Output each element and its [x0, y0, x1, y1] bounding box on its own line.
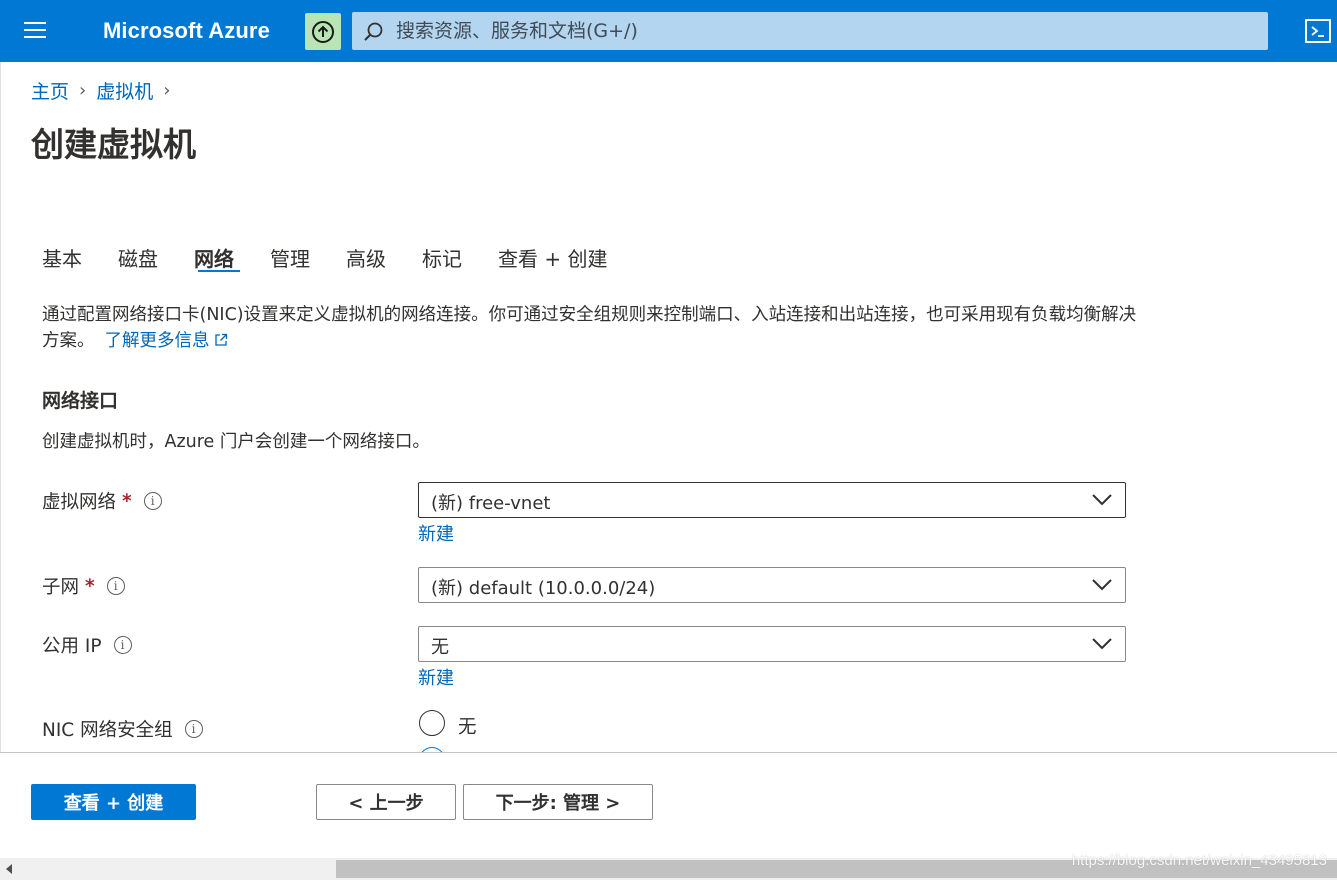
search-icon: [364, 22, 383, 41]
breadcrumb-home[interactable]: 主页: [31, 77, 69, 104]
nsg-radio-none[interactable]: [419, 710, 445, 736]
scrollbar-track[interactable]: [16, 860, 334, 878]
tab-tags[interactable]: 标记: [422, 243, 462, 273]
chevron-down-icon: [1092, 579, 1112, 591]
tab-basics[interactable]: 基本: [42, 243, 82, 273]
external-link-icon: [214, 333, 227, 346]
section-title: 网络接口: [42, 390, 119, 412]
next-button[interactable]: 下一步: 管理 >: [463, 784, 653, 820]
public-ip-select[interactable]: 无: [418, 626, 1126, 662]
chevron-right-icon: ›: [163, 80, 171, 101]
vnet-label: 虚拟网络 * i: [42, 488, 162, 514]
info-icon[interactable]: i: [143, 492, 162, 510]
vnet-select[interactable]: (新) free-vnet: [418, 482, 1126, 518]
scroll-left-arrow-icon[interactable]: [6, 864, 12, 874]
cloud-shell-icon[interactable]: [1305, 19, 1331, 43]
subnet-value: (新) default (10.0.0.0/24): [431, 578, 656, 599]
review-create-button[interactable]: 查看 + 创建: [31, 784, 196, 820]
required-marker: *: [122, 490, 132, 512]
brand-title[interactable]: Microsoft Azure: [103, 18, 270, 44]
tab-review-create[interactable]: 查看 + 创建: [498, 243, 607, 273]
chevron-down-icon: [1092, 638, 1112, 650]
section-subtitle: 创建虚拟机时，Azure 门户会创建一个网络接口。: [42, 432, 430, 452]
page-title: 创建虚拟机: [31, 125, 196, 164]
info-icon[interactable]: i: [113, 636, 132, 654]
public-ip-value: 无: [431, 637, 449, 658]
description: 通过配置网络接口卡(NIC)设置来定义虚拟机的网络连接。你可通过安全组规则来控制…: [42, 302, 1142, 354]
page-edge: [0, 62, 1, 752]
active-tab-indicator: [198, 270, 240, 272]
public-ip-label-text: 公用 IP: [42, 636, 102, 657]
breadcrumb-vms[interactable]: 虚拟机: [96, 77, 153, 104]
public-ip-label: 公用 IP i: [42, 632, 132, 658]
info-icon[interactable]: i: [106, 577, 125, 595]
required-marker: *: [85, 575, 95, 597]
subnet-select[interactable]: (新) default (10.0.0.0/24): [418, 567, 1126, 603]
info-icon[interactable]: i: [184, 720, 203, 738]
menu-icon[interactable]: [24, 22, 48, 40]
vnet-create-new-link[interactable]: 新建: [418, 520, 454, 546]
tab-bar: 基本 磁盘 网络 管理 高级 标记 查看 + 创建: [42, 243, 643, 273]
subnet-label-text: 子网: [42, 577, 80, 598]
learn-more-link[interactable]: 了解更多信息: [105, 331, 228, 351]
breadcrumb: 主页 › 虚拟机 ›: [31, 77, 180, 104]
watermark: https://blog.csdn.net/weixin_43495813: [1071, 852, 1327, 869]
public-ip-create-new-link[interactable]: 新建: [418, 664, 454, 690]
upload-button[interactable]: [305, 13, 341, 50]
subnet-label: 子网 * i: [42, 573, 125, 599]
vnet-label-text: 虚拟网络: [42, 492, 117, 513]
upload-icon: [312, 20, 334, 43]
chevron-down-icon: [1092, 494, 1112, 506]
learn-more-label: 了解更多信息: [104, 331, 210, 351]
tab-networking[interactable]: 网络: [194, 243, 234, 273]
footer-bar: [0, 752, 1337, 858]
tab-disks[interactable]: 磁盘: [118, 243, 158, 273]
vnet-value: (新) free-vnet: [431, 493, 551, 514]
nsg-label: NIC 网络安全组 i: [42, 716, 203, 742]
search-box[interactable]: [352, 12, 1268, 50]
chevron-right-icon: ›: [79, 80, 87, 101]
tab-management[interactable]: 管理: [270, 243, 310, 273]
top-bar: Microsoft Azure: [0, 0, 1337, 62]
nsg-radio-none-label: 无: [458, 717, 477, 738]
tab-advanced[interactable]: 高级: [346, 243, 386, 273]
previous-button[interactable]: < 上一步: [316, 784, 456, 820]
nsg-label-text: NIC 网络安全组: [42, 720, 173, 741]
search-input[interactable]: [396, 12, 1256, 50]
